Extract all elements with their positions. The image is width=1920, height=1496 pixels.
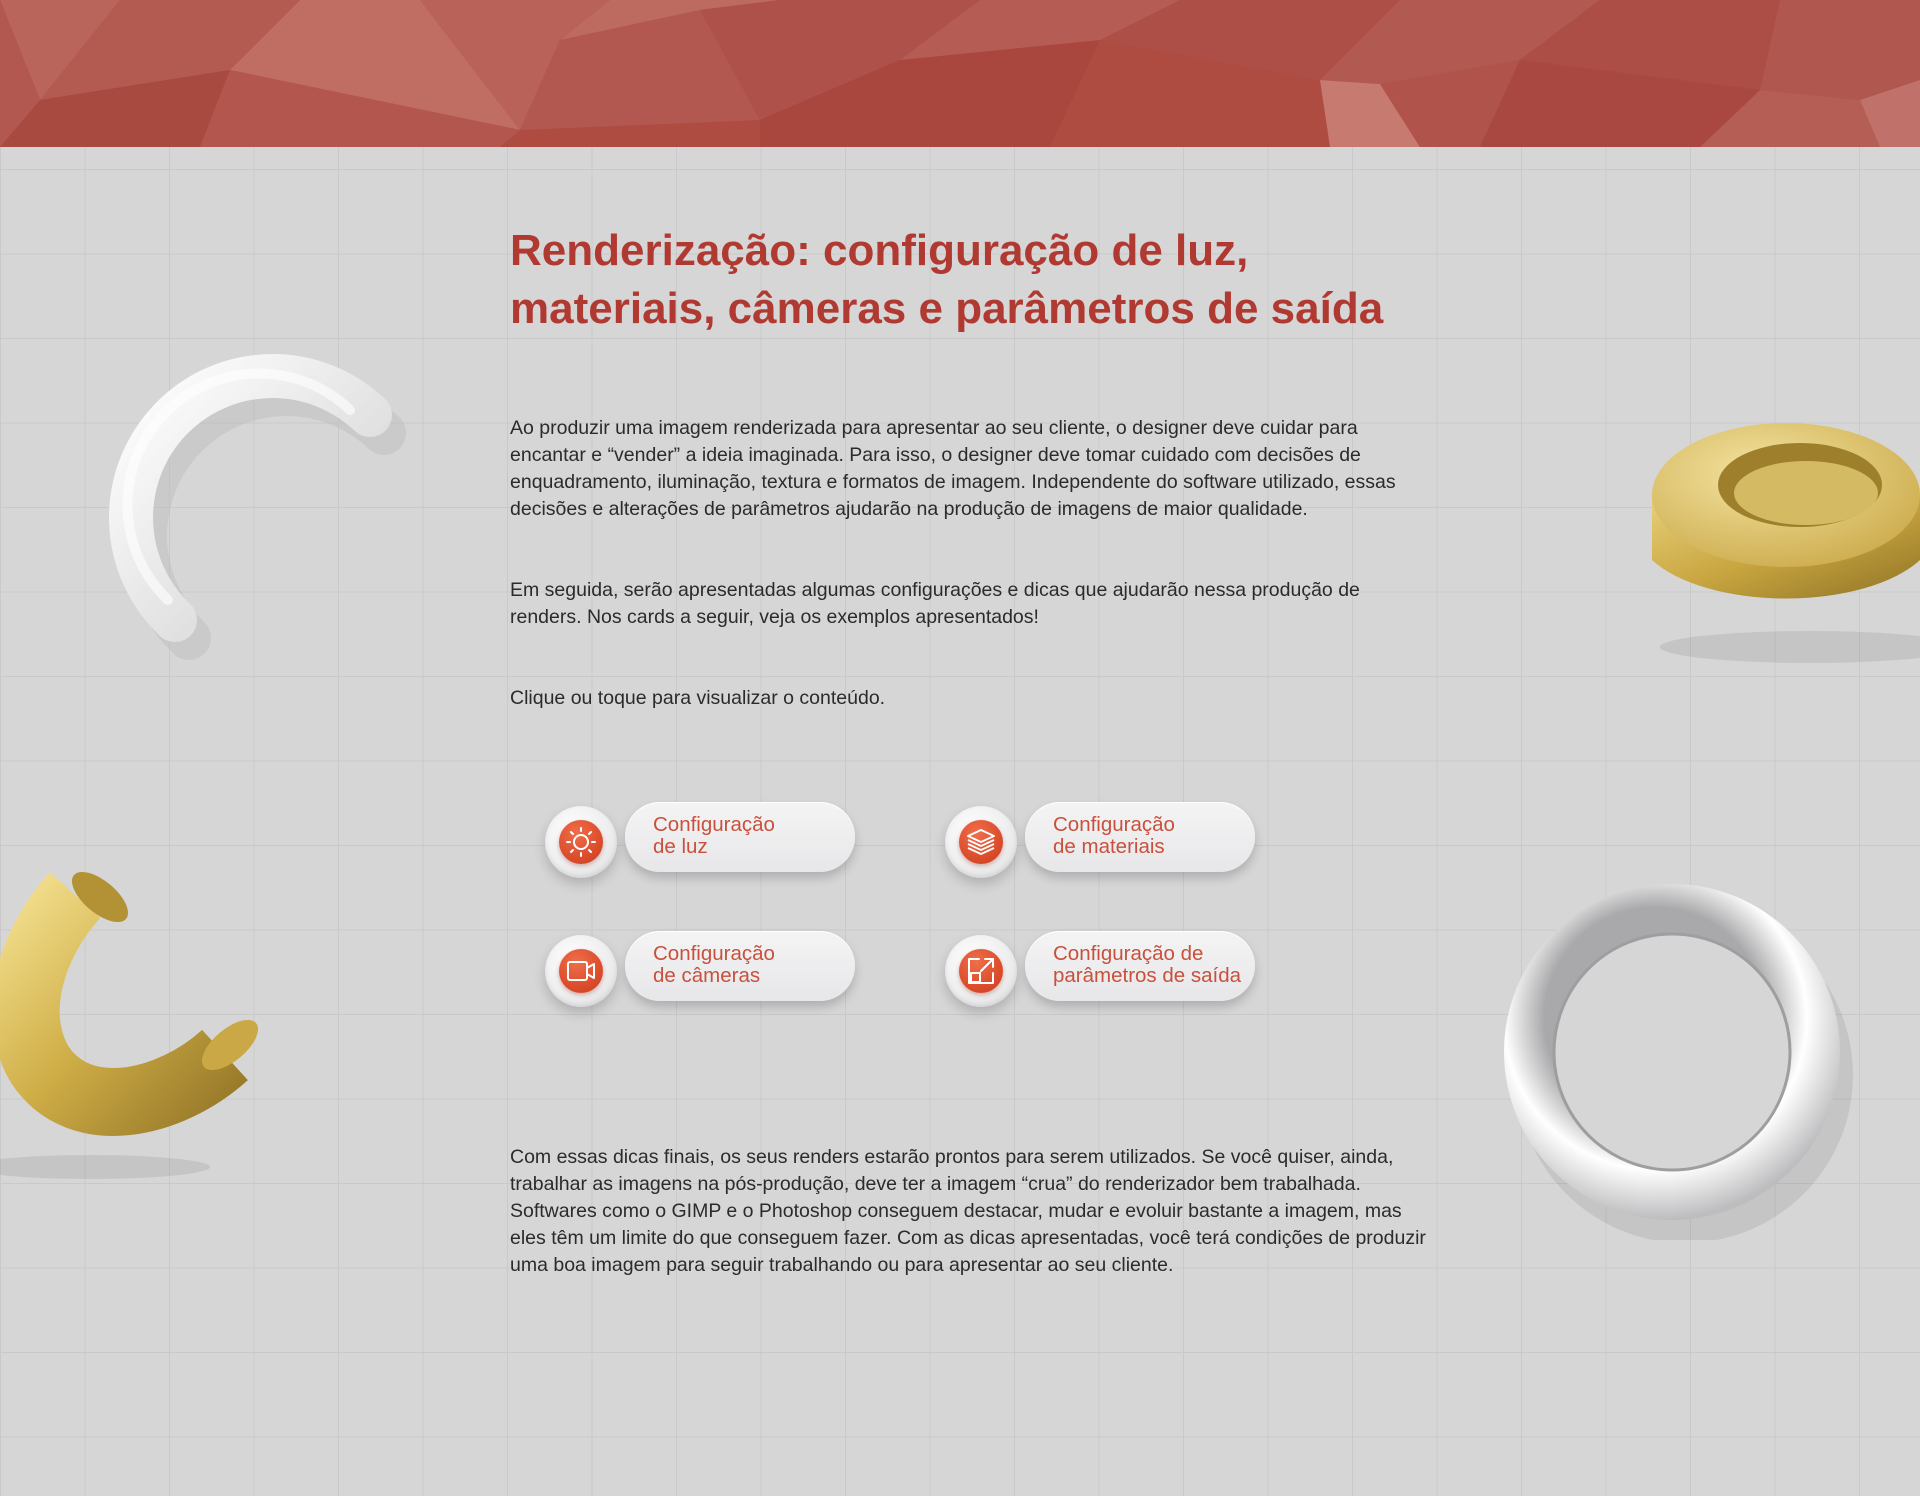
white-arc-shape bbox=[109, 354, 406, 660]
header-banner bbox=[0, 0, 1920, 147]
intro-paragraph: Ao produzir uma imagem renderizada para … bbox=[510, 417, 1396, 520]
closing-paragraph: Com essas dicas finais, os seus renders … bbox=[510, 1146, 1426, 1276]
card-icon-button[interactable] bbox=[545, 806, 617, 878]
low-poly-pattern bbox=[0, 0, 1920, 147]
card-icon-button[interactable] bbox=[945, 806, 1017, 878]
instruction-text: Clique ou toque para visualizar o conteú… bbox=[510, 687, 886, 709]
gold-curve-shape bbox=[0, 871, 259, 1179]
card-label-pill[interactable]: Configuração de câmeras bbox=[625, 931, 855, 1001]
card-materials-config[interactable]: Configuração de materiais bbox=[945, 802, 1265, 882]
card-label-pill[interactable]: Configuração de materiais bbox=[1025, 802, 1255, 872]
card-label-line2: de luz bbox=[653, 835, 708, 858]
card-label-line2: de câmeras bbox=[653, 964, 761, 987]
resize-icon bbox=[968, 958, 994, 984]
gold-ring-shape bbox=[1652, 423, 1920, 663]
card-light-config[interactable]: Configuração de luz bbox=[545, 802, 865, 882]
card-label-pill[interactable]: Configuração de luz bbox=[625, 802, 855, 872]
card-cameras-config[interactable]: Configuração de câmeras bbox=[545, 931, 865, 1011]
sun-icon bbox=[566, 827, 596, 857]
silver-ring-shape bbox=[1504, 884, 1853, 1240]
card-label-line1: Configuração de bbox=[1053, 942, 1204, 965]
card-label-line1: Configuração bbox=[653, 813, 775, 836]
video-camera-icon bbox=[567, 961, 595, 981]
card-output-config[interactable]: Configuração de parâmetros de saída bbox=[945, 931, 1265, 1011]
card-label-line2: parâmetros de saída bbox=[1053, 964, 1242, 987]
layers-icon bbox=[967, 829, 995, 855]
card-label-line1: Configuração bbox=[653, 942, 775, 965]
card-icon-button[interactable] bbox=[545, 935, 617, 1007]
card-label-line2: de materiais bbox=[1053, 835, 1165, 858]
card-label-line1: Configuração bbox=[1053, 813, 1175, 836]
next-paragraph: Em seguida, serão apresentadas algumas c… bbox=[510, 579, 1360, 628]
card-label-pill[interactable]: Configuração de parâmetros de saída bbox=[1025, 931, 1255, 1001]
page-title: Renderização: configuração de luz, mater… bbox=[510, 226, 1384, 333]
card-icon-button[interactable] bbox=[945, 935, 1017, 1007]
